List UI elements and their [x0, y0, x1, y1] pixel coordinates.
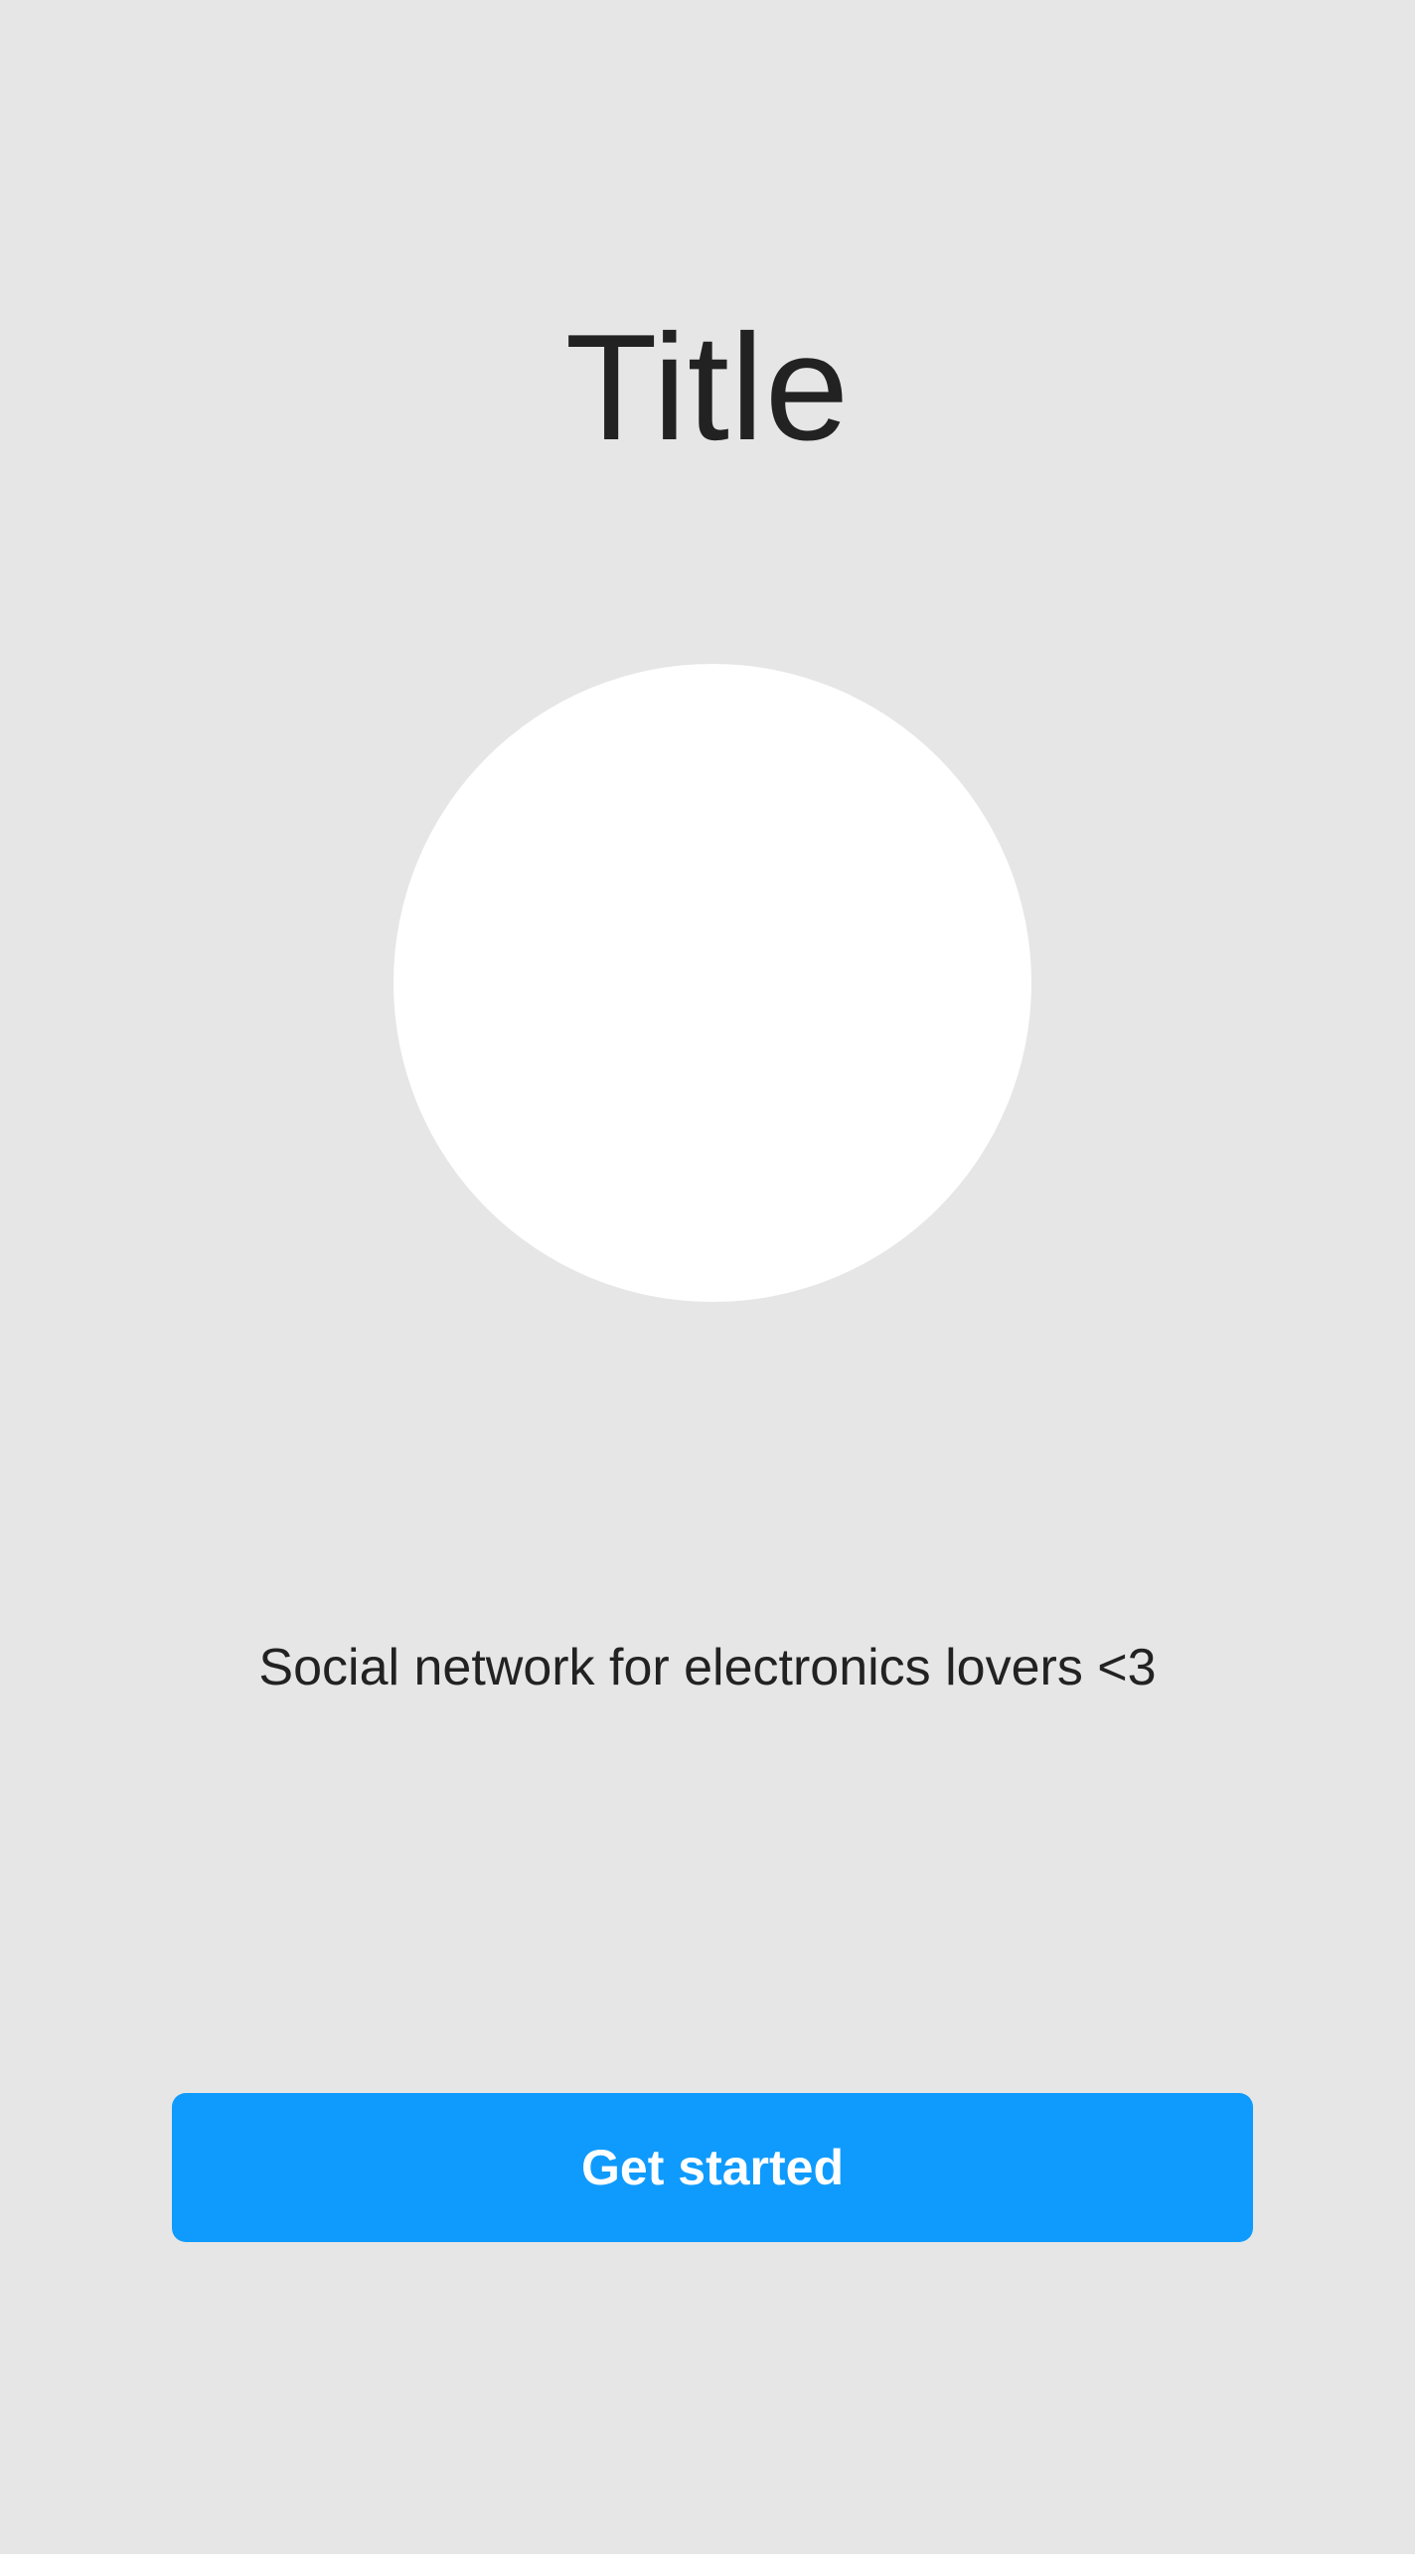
page-title: Title — [564, 303, 851, 472]
onboarding-screen: Title Social network for electronics lov… — [0, 0, 1415, 2554]
hero-image-placeholder — [393, 664, 1031, 1302]
tagline-text: Social network for electronics lovers <3 — [258, 1639, 1157, 1696]
get-started-button[interactable]: Get started — [172, 2093, 1253, 2242]
